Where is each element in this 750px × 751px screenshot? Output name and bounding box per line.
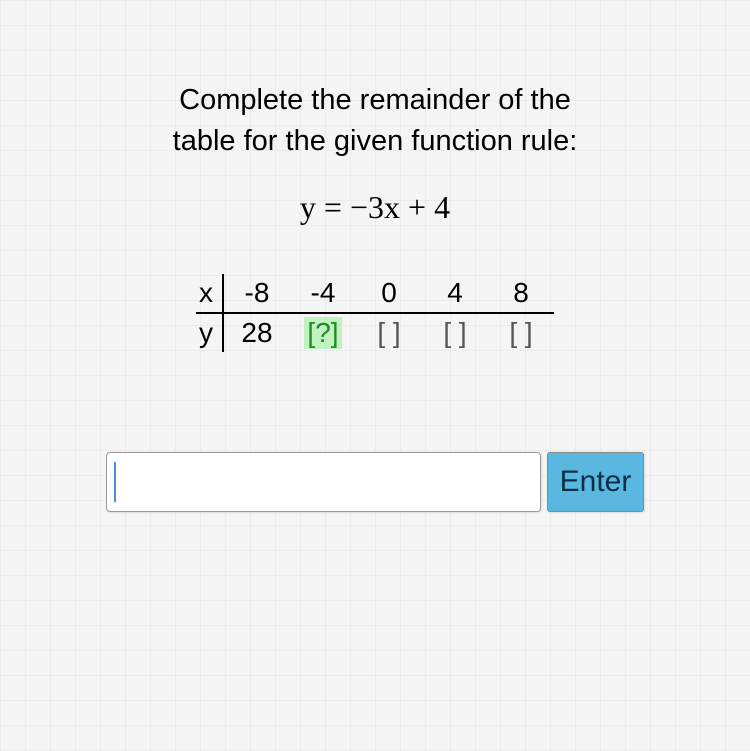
x-cell: 4 <box>422 274 488 312</box>
table-y-row: y 28 [?] [ ] [ ] [ ] <box>196 314 554 352</box>
y-cell-blank[interactable]: [ ] <box>422 314 488 352</box>
y-cell-active[interactable]: [?] <box>290 314 356 352</box>
x-cell: 0 <box>356 274 422 312</box>
answer-input[interactable] <box>106 452 541 512</box>
function-table: x -8 -4 0 4 8 y 28 [?] [ ] [ ] [ ] <box>196 274 554 352</box>
y-cell-blank[interactable]: [ ] <box>356 314 422 352</box>
y-cell-blank[interactable]: [ ] <box>488 314 554 352</box>
y-label: y <box>196 314 224 352</box>
instruction-text: Complete the remainder of the table for … <box>173 80 578 161</box>
x-cell: -4 <box>290 274 356 312</box>
table-x-row: x -8 -4 0 4 8 <box>196 274 554 314</box>
x-label: x <box>196 274 224 312</box>
answer-area: Enter <box>106 452 645 512</box>
y-cell: 28 <box>224 314 290 352</box>
x-cell: -8 <box>224 274 290 312</box>
enter-button[interactable]: Enter <box>547 452 645 512</box>
input-cursor <box>114 462 116 502</box>
function-rule: y = −3x + 4 <box>300 189 450 226</box>
x-cell: 8 <box>488 274 554 312</box>
